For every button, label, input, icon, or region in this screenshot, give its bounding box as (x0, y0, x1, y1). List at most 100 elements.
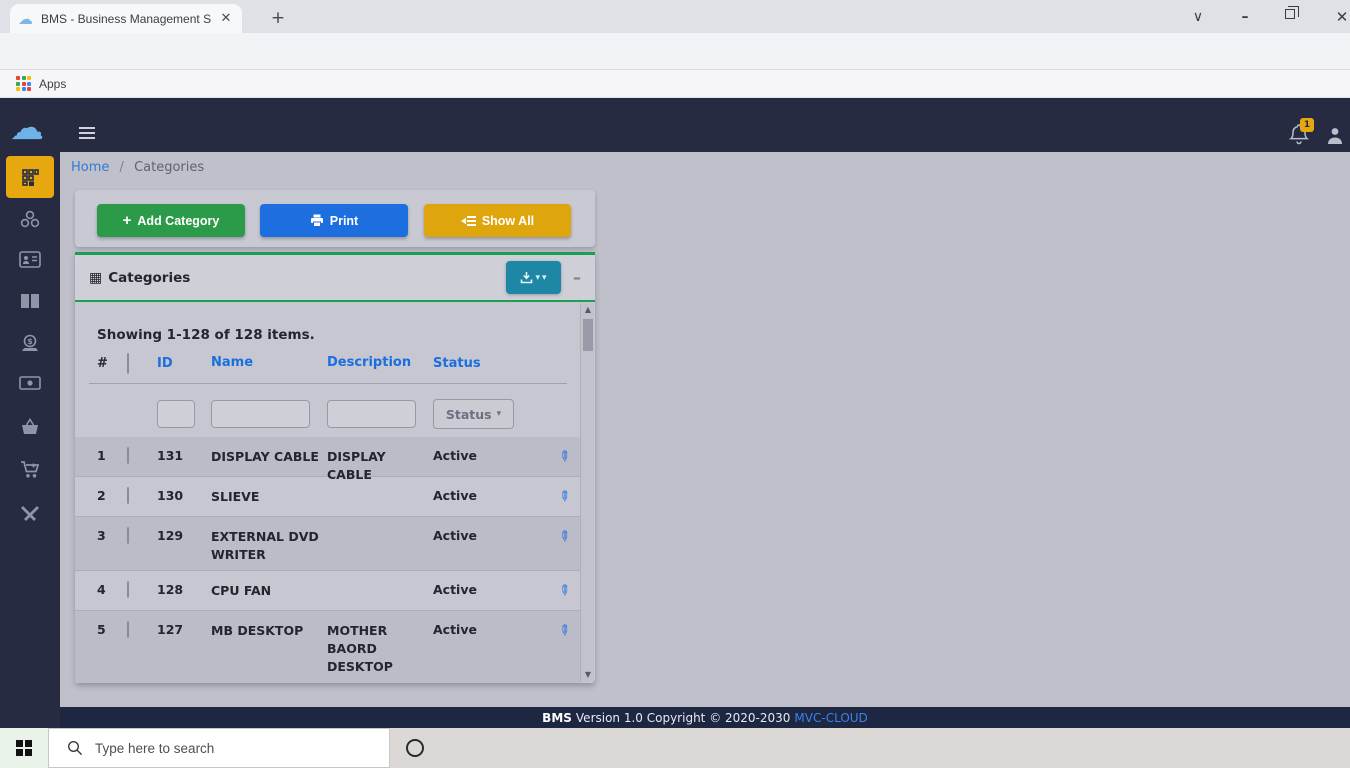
list-indent-icon (461, 215, 476, 227)
money-bill-icon (19, 376, 41, 390)
collapse-panel-icon[interactable]: – (573, 268, 581, 287)
plus-icon: + (123, 212, 132, 229)
app-footer: BMS Version 1.0 Copyright © 2020-2030 MV… (60, 707, 1350, 728)
filter-description-input[interactable] (327, 400, 416, 428)
tab-title: BMS - Business Management Stu (41, 12, 211, 26)
window-minimize-button[interactable]: – (1230, 8, 1260, 26)
window-restore-button[interactable] (1285, 9, 1295, 19)
notification-badge: 1 (1300, 118, 1314, 132)
panel-scrollbar[interactable]: ▲ ▼ (580, 303, 594, 682)
id-card-icon (19, 251, 41, 268)
edit-pencil-icon[interactable]: ✏ (558, 584, 574, 596)
edit-pencil-icon[interactable]: ✏ (558, 624, 574, 636)
tab-close-icon[interactable]: ✕ (218, 11, 234, 26)
filter-name-input[interactable] (211, 400, 310, 428)
table-row[interactable]: 4 128 CPU FAN Active ✏ (75, 571, 580, 611)
download-icon (520, 271, 533, 284)
window-close-button[interactable]: ✕ (1327, 8, 1350, 26)
scroll-down-icon[interactable]: ▼ (581, 668, 595, 682)
apps-shortcut[interactable]: Apps (39, 77, 66, 91)
user-account-icon[interactable] (1326, 126, 1344, 150)
panel-title: Categories (108, 270, 190, 286)
table-header-row: # ID Name Description Status (75, 354, 580, 373)
sidebar-item-cluster[interactable] (0, 210, 60, 228)
table-cells-icon (20, 167, 40, 187)
table-row[interactable]: 3 129 EXTERNAL DVD WRITER Active ✏ (75, 517, 580, 571)
app-header (0, 98, 1350, 152)
breadcrumb-home-link[interactable]: Home (71, 160, 109, 175)
actions-card: + Add Category Print Show All (75, 190, 595, 247)
row-checkbox[interactable] (127, 487, 129, 504)
printer-icon (310, 214, 324, 227)
cluster-icon (20, 210, 40, 228)
sidebar-item-categories[interactable] (6, 156, 54, 198)
sidebar-item-contacts[interactable] (0, 251, 60, 268)
row-checkbox[interactable] (127, 527, 129, 544)
apps-grid-icon[interactable] (16, 76, 31, 91)
filter-id-input[interactable] (157, 400, 195, 428)
search-icon (67, 740, 83, 756)
browser-tab[interactable]: ☁ BMS - Business Management Stu ✕ (10, 4, 242, 33)
taskbar-search[interactable] (48, 728, 390, 768)
caret-down-icon: ▾ (497, 409, 502, 419)
table-summary: Showing 1-128 of 128 items. (97, 327, 315, 343)
hamburger-menu-icon[interactable] (79, 127, 95, 142)
panel-body: Showing 1-128 of 128 items. # ID Name De… (75, 302, 595, 683)
col-header-name[interactable]: Name (211, 354, 327, 373)
footer-mvc-cloud-link[interactable]: MVC-CLOUD (794, 711, 867, 725)
col-header-id[interactable]: ID (157, 356, 211, 371)
divider (89, 383, 567, 384)
filter-status-dropdown[interactable]: Status ▾ (433, 399, 514, 429)
col-header-status[interactable]: Status (433, 356, 528, 371)
print-button[interactable]: Print (260, 204, 408, 237)
breadcrumb-separator: / (120, 160, 124, 175)
row-checkbox[interactable] (127, 581, 129, 598)
sidebar-nav: $ (0, 152, 60, 728)
status-value: Active (433, 488, 528, 503)
col-header-description[interactable]: Description (327, 354, 433, 373)
table-icon: ▦ (89, 270, 102, 286)
add-category-label: Add Category (137, 214, 219, 228)
select-all-checkbox[interactable] (127, 353, 129, 374)
row-checkbox[interactable] (127, 621, 129, 638)
start-button[interactable] (0, 728, 48, 768)
brand-cloud-icon[interactable]: ☁ (10, 108, 44, 148)
browser-tabstrip: ☁ BMS - Business Management Stu ✕ + ∨ – … (0, 0, 1350, 33)
scrollbar-thumb[interactable] (583, 319, 593, 351)
bookmarks-bar: Apps (0, 70, 1350, 98)
export-button[interactable]: ▾ ▾ (506, 261, 561, 294)
sidebar-item-sales[interactable] (0, 460, 60, 479)
browser-toolbar: ← → ⟳ bms.mvccloud.com/web/category/inde… (0, 33, 1350, 70)
edit-pencil-icon[interactable]: ✏ (558, 530, 574, 542)
table-row[interactable]: 5 127 MB DESKTOP MOTHER BAORD DESKTOP Ac… (75, 611, 580, 683)
add-category-button[interactable]: + Add Category (97, 204, 245, 237)
table-row[interactable]: 2 130 SLIEVE Active ✏ (75, 477, 580, 517)
filter-status-label: Status (446, 407, 492, 422)
screen: ☁ BMS - Business Management Stu ✕ + ∨ – … (0, 0, 1350, 768)
donate-icon: $ (20, 334, 40, 353)
edit-pencil-icon[interactable]: ✏ (558, 490, 574, 502)
table-row[interactable]: 1 131 DISPLAY CABLE DISPLAY CABLE Active… (75, 437, 580, 477)
row-checkbox[interactable] (127, 447, 129, 464)
cortana-icon[interactable] (406, 739, 424, 757)
status-value: Active (433, 448, 528, 463)
categories-panel: ▦ Categories ▾ ▾ – Showing 1-128 of 128 … (75, 252, 595, 683)
sidebar-item-payments[interactable]: $ (0, 334, 60, 353)
breadcrumb-current: Categories (134, 160, 204, 175)
sidebar-item-columns[interactable] (0, 293, 60, 309)
edit-pencil-icon[interactable]: ✏ (558, 450, 574, 462)
tab-search-chevron-icon[interactable]: ∨ (1183, 8, 1213, 26)
footer-text: Version 1.0 Copyright © 2020-2030 (576, 711, 791, 725)
scroll-up-icon[interactable]: ▲ (581, 303, 595, 317)
show-all-label: Show All (482, 214, 534, 228)
sidebar-item-purchases[interactable] (0, 418, 60, 436)
sidebar-item-cash[interactable] (0, 376, 60, 390)
caret-down-icon: ▾ (542, 272, 547, 283)
panel-header: ▦ Categories ▾ ▾ – (75, 255, 595, 302)
show-all-button[interactable]: Show All (424, 204, 571, 237)
new-tab-button[interactable]: + (266, 7, 290, 31)
taskbar-search-input[interactable] (95, 741, 335, 756)
footer-brand: BMS (542, 711, 572, 725)
sidebar-item-settings[interactable] (0, 504, 60, 523)
status-value: Active (433, 528, 528, 543)
